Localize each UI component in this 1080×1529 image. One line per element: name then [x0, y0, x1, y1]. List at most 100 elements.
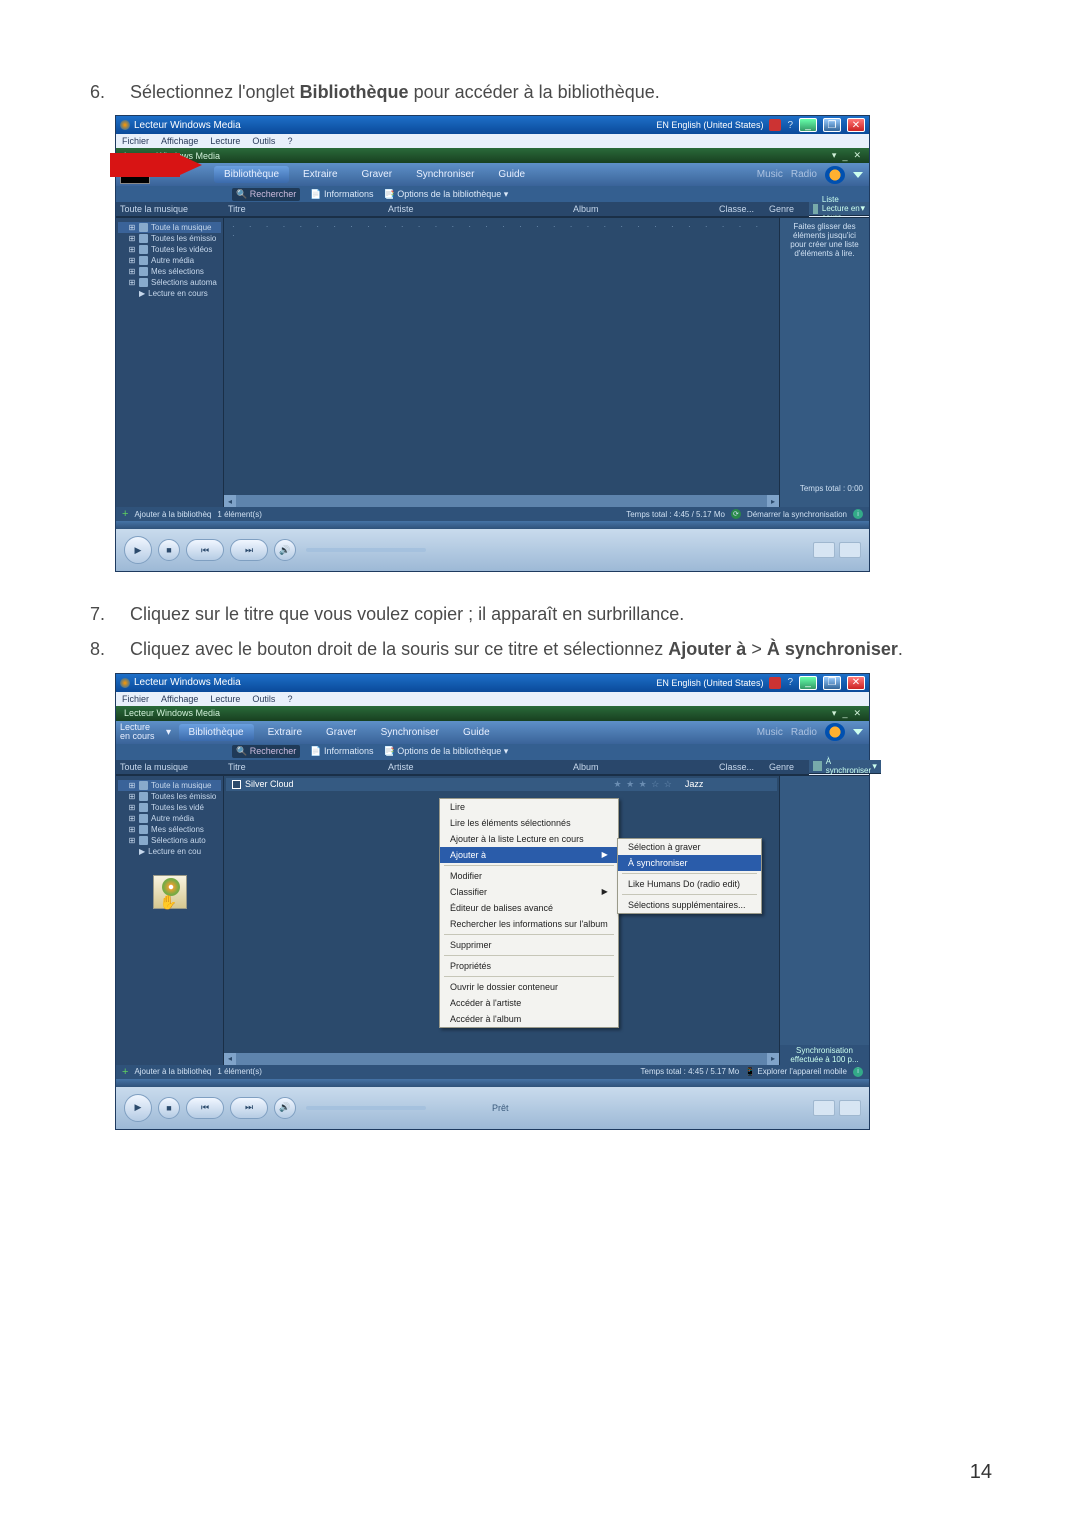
restore-button[interactable]: ❐	[823, 676, 841, 690]
mute-button[interactable]: 🔊	[274, 1097, 296, 1119]
mute-button[interactable]: 🔊	[274, 539, 296, 561]
minimize-button[interactable]: _	[799, 676, 817, 690]
start-sync-button[interactable]: Démarrer la synchronisation	[747, 510, 847, 519]
menu-lecture[interactable]: Lecture	[210, 694, 240, 704]
link-radio[interactable]: Radio	[791, 169, 817, 180]
add-icon[interactable]: +	[122, 508, 128, 520]
search-input[interactable]: 🔍 Rechercher	[232, 188, 300, 201]
volume-slider[interactable]	[306, 548, 426, 552]
track-checkbox[interactable]	[232, 780, 241, 789]
ctx-lire[interactable]: Lire	[440, 799, 618, 815]
sub-burn-list[interactable]: Sélection à graver	[618, 839, 761, 855]
tab-rip[interactable]: Extraire	[293, 166, 347, 183]
sub-sync-list[interactable]: À synchroniser	[618, 855, 761, 871]
restore-button[interactable]: ❐	[823, 118, 841, 132]
ctx-delete[interactable]: Supprimer	[440, 937, 618, 953]
options-button[interactable]: 📑 Options de la bibliothèque ▾	[384, 746, 509, 757]
next-button[interactable]: ⏭	[230, 539, 268, 561]
tab-guide[interactable]: Guide	[488, 166, 535, 183]
tree-item-other[interactable]: ⊞Autre média	[118, 255, 221, 266]
menu-affichage[interactable]: Affichage	[161, 136, 198, 146]
tab-rip[interactable]: Extraire	[258, 724, 312, 741]
ctx-classify[interactable]: Classifier▶	[440, 884, 618, 900]
tree-item-nowplaying[interactable]: ▶ Lecture en cours	[118, 288, 221, 299]
col-classe[interactable]: Classe...	[715, 204, 765, 214]
stop-button[interactable]: ■	[158, 1097, 180, 1119]
track-row-selected[interactable]: Silver Cloud ★ ★ ★ ☆ ☆ Jazz	[226, 778, 777, 791]
volume-slider[interactable]	[306, 1106, 426, 1110]
col-titre[interactable]: Titre	[224, 204, 384, 214]
play-button[interactable]: ▶	[124, 536, 152, 564]
appbar-min[interactable]: _	[842, 708, 847, 718]
menu-dropdown-icon[interactable]	[853, 729, 863, 735]
tree-item-auto[interactable]: ⊞Sélections automa	[118, 277, 221, 288]
appbar-close[interactable]: ✕	[853, 150, 861, 161]
sync-icon[interactable]: ⟳	[731, 509, 741, 519]
tab-library[interactable]: Bibliothèque	[179, 724, 254, 741]
sub-like-humans[interactable]: Like Humans Do (radio edit)	[618, 876, 761, 892]
ctx-properties[interactable]: Propriétés	[440, 958, 618, 974]
menu-fichier[interactable]: Fichier	[122, 136, 149, 146]
dropdown-icon[interactable]: ▾	[860, 203, 865, 214]
link-radio[interactable]: Radio	[791, 727, 817, 738]
col-album[interactable]: Album	[569, 204, 715, 214]
ctx-goto-album[interactable]: Accéder à l'album	[440, 1011, 618, 1027]
tree-item-other[interactable]: ⊞Autre média	[118, 813, 221, 824]
link-music[interactable]: Music	[757, 169, 783, 180]
menu-lecture[interactable]: Lecture	[210, 136, 240, 146]
ctx-find-album[interactable]: Rechercher les informations sur l'album	[440, 916, 618, 932]
next-button[interactable]: ⏭	[230, 1097, 268, 1119]
ctx-modify[interactable]: Modifier	[440, 868, 618, 884]
help-icon[interactable]: ?	[787, 677, 793, 688]
tree-item-playlists[interactable]: ⊞Mes sélections	[118, 266, 221, 277]
col-titre[interactable]: Titre	[224, 762, 384, 772]
minimize-button[interactable]: _	[799, 118, 817, 132]
options-button[interactable]: 📑 Options de la bibliothèque ▾	[384, 189, 509, 200]
tab-sync[interactable]: Synchroniser	[371, 724, 449, 741]
menu-help[interactable]: ?	[287, 136, 292, 146]
horizontal-scrollbar[interactable]: ◂ ▸	[224, 495, 779, 507]
tab-burn[interactable]: Graver	[316, 724, 367, 741]
tree-item-nowplaying[interactable]: ▶ Lecture en cou	[118, 846, 221, 857]
ctx-add-nowplaying[interactable]: Ajouter à la liste Lecture en cours	[440, 831, 618, 847]
ctx-add-to[interactable]: Ajouter à▶	[440, 847, 618, 863]
col-genre[interactable]: Genre	[765, 762, 805, 772]
right-panel-title[interactable]: À synchroniser	[826, 757, 873, 775]
repeat-button[interactable]	[839, 1100, 861, 1116]
sub-more[interactable]: Sélections supplémentaires...	[618, 897, 761, 913]
playlist-icon[interactable]	[813, 761, 822, 771]
tree-item-video[interactable]: ⊞Toutes les vidé	[118, 802, 221, 813]
col-album[interactable]: Album	[569, 762, 715, 772]
tree-item-tv[interactable]: ⊞Toutes les émissio	[118, 791, 221, 802]
tree-item-playlists[interactable]: ⊞Mes sélections	[118, 824, 221, 835]
info-button[interactable]: 📄 Informations	[310, 746, 373, 757]
menu-outils[interactable]: Outils	[252, 136, 275, 146]
dropdown-icon[interactable]: ▾	[872, 761, 877, 772]
search-input[interactable]: 🔍 Rechercher	[232, 745, 300, 758]
col-artiste[interactable]: Artiste	[384, 762, 569, 772]
menu-affichage[interactable]: Affichage	[161, 694, 198, 704]
tab-sync[interactable]: Synchroniser	[406, 166, 484, 183]
add-icon[interactable]: +	[122, 1066, 128, 1078]
info-icon[interactable]: i	[853, 1067, 863, 1077]
appbar-min[interactable]: _	[842, 151, 847, 161]
shuffle-button[interactable]	[813, 1100, 835, 1116]
appbar-close[interactable]: ✕	[853, 708, 861, 719]
menu-fichier[interactable]: Fichier	[122, 694, 149, 704]
help-icon[interactable]: ?	[787, 120, 793, 131]
add-to-library[interactable]: Ajouter à la bibliothèq	[134, 1067, 211, 1076]
ctx-lire-selection[interactable]: Lire les éléments sélectionnés	[440, 815, 618, 831]
playlist-icon[interactable]	[813, 204, 818, 214]
tab-guide[interactable]: Guide	[453, 724, 500, 741]
explore-device[interactable]: 📱 Explorer l'appareil mobile	[745, 1067, 847, 1076]
info-icon[interactable]: i	[853, 509, 863, 519]
play-button[interactable]: ▶	[124, 1094, 152, 1122]
tree-item-tv[interactable]: ⊞Toutes les émissio	[118, 233, 221, 244]
col-artiste[interactable]: Artiste	[384, 204, 569, 214]
close-button[interactable]: ✕	[847, 118, 865, 132]
dropdown-icon[interactable]: ▾	[163, 727, 175, 738]
tab-burn[interactable]: Graver	[352, 166, 403, 183]
link-music[interactable]: Music	[757, 727, 783, 738]
repeat-button[interactable]	[839, 542, 861, 558]
rating-stars[interactable]: ★ ★ ★ ☆ ☆	[614, 779, 673, 790]
